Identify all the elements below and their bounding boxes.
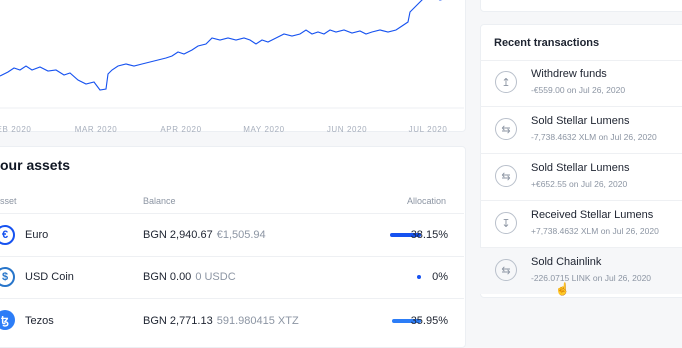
allocation-percent: 35.95% [410, 315, 448, 327]
transaction-title: Received Stellar Lumens [531, 209, 654, 221]
asset-name: USD Coin [25, 271, 74, 283]
transaction-detail: -7,738.4632 XLM on Jul 26, 2020 [531, 132, 657, 142]
transaction-title: Sold Chainlink [531, 256, 602, 268]
allocation-percent: 38.15% [410, 229, 448, 241]
price-line [0, 0, 443, 91]
transaction-detail: -€559.00 on Jul 26, 2020 [531, 85, 626, 95]
divider [0, 256, 464, 257]
transaction-title: Sold Stellar Lumens [531, 162, 630, 174]
download-arrow-icon: ↧ [495, 212, 517, 234]
recent-transactions-title: Recent transactions [494, 37, 600, 49]
swap-arrows-icon: ⇆ [495, 165, 517, 187]
transaction-detail: -226.0715 LINK on Jul 26, 2020 [531, 273, 652, 283]
transaction-detail: +€652.55 on Jul 26, 2020 [531, 179, 628, 189]
balance-value: BGN 2,940.67 [143, 229, 213, 241]
transaction-title: Sold Stellar Lumens [531, 115, 630, 127]
x-tick-label: EB 2020 [0, 125, 32, 134]
upload-arrow-icon: ↥ [495, 71, 517, 93]
transaction-row[interactable]: ⇆ Sold Stellar Lumens +€652.55 on Jul 26… [480, 154, 682, 200]
assets-title: our assets [0, 157, 71, 173]
column-header-allocation[interactable]: Allocation [407, 196, 446, 206]
transaction-row[interactable]: ↥ Withdrew funds -€559.00 on Jul 26, 202… [480, 60, 682, 106]
price-chart [0, 0, 464, 109]
transaction-row[interactable]: ⇆ Sold Stellar Lumens -7,738.4632 XLM on… [480, 107, 682, 153]
divider [0, 213, 464, 214]
x-tick-label: MAR 2020 [74, 125, 118, 134]
swap-arrows-icon: ⇆ [495, 259, 517, 281]
balance-value: BGN 0.00 [143, 271, 192, 283]
balance-native: €1,505.94 [216, 229, 266, 241]
asset-balance: BGN 0.00 0 USDC [143, 271, 236, 283]
x-tick-label: APR 2020 [160, 125, 202, 134]
column-header-balance[interactable]: Balance [143, 196, 176, 206]
asset-balance: BGN 2,940.67 €1,505.94 [143, 229, 266, 241]
balance-value: BGN 2,771.13 [143, 315, 213, 327]
column-header-asset: sset [0, 196, 17, 206]
top-right-card [480, 0, 682, 12]
allocation-bar [417, 275, 421, 279]
x-tick-label: JUL 2020 [408, 125, 448, 134]
asset-name: Euro [25, 229, 49, 241]
asset-name: Tezos [25, 315, 54, 327]
asset-balance: BGN 2,771.13 591.980415 XTZ [143, 315, 299, 327]
x-tick-label: JUN 2020 [326, 125, 368, 134]
transaction-row[interactable]: ⇆ Sold Chainlink -226.0715 LINK on Jul 2… [480, 248, 682, 294]
balance-native: 0 USDC [195, 271, 236, 283]
transaction-detail: +7,738.4632 XLM on Jul 26, 2020 [531, 226, 659, 236]
hand-cursor-icon: ☝ [555, 282, 570, 296]
divider [0, 298, 464, 299]
transaction-row[interactable]: ↧ Received Stellar Lumens +7,738.4632 XL… [480, 201, 682, 247]
allocation-percent: 0% [432, 271, 448, 283]
swap-arrows-icon: ⇆ [495, 118, 517, 140]
x-tick-label: MAY 2020 [243, 125, 285, 134]
balance-native: 591.980415 XTZ [216, 315, 299, 327]
transaction-title: Withdrew funds [531, 68, 607, 80]
